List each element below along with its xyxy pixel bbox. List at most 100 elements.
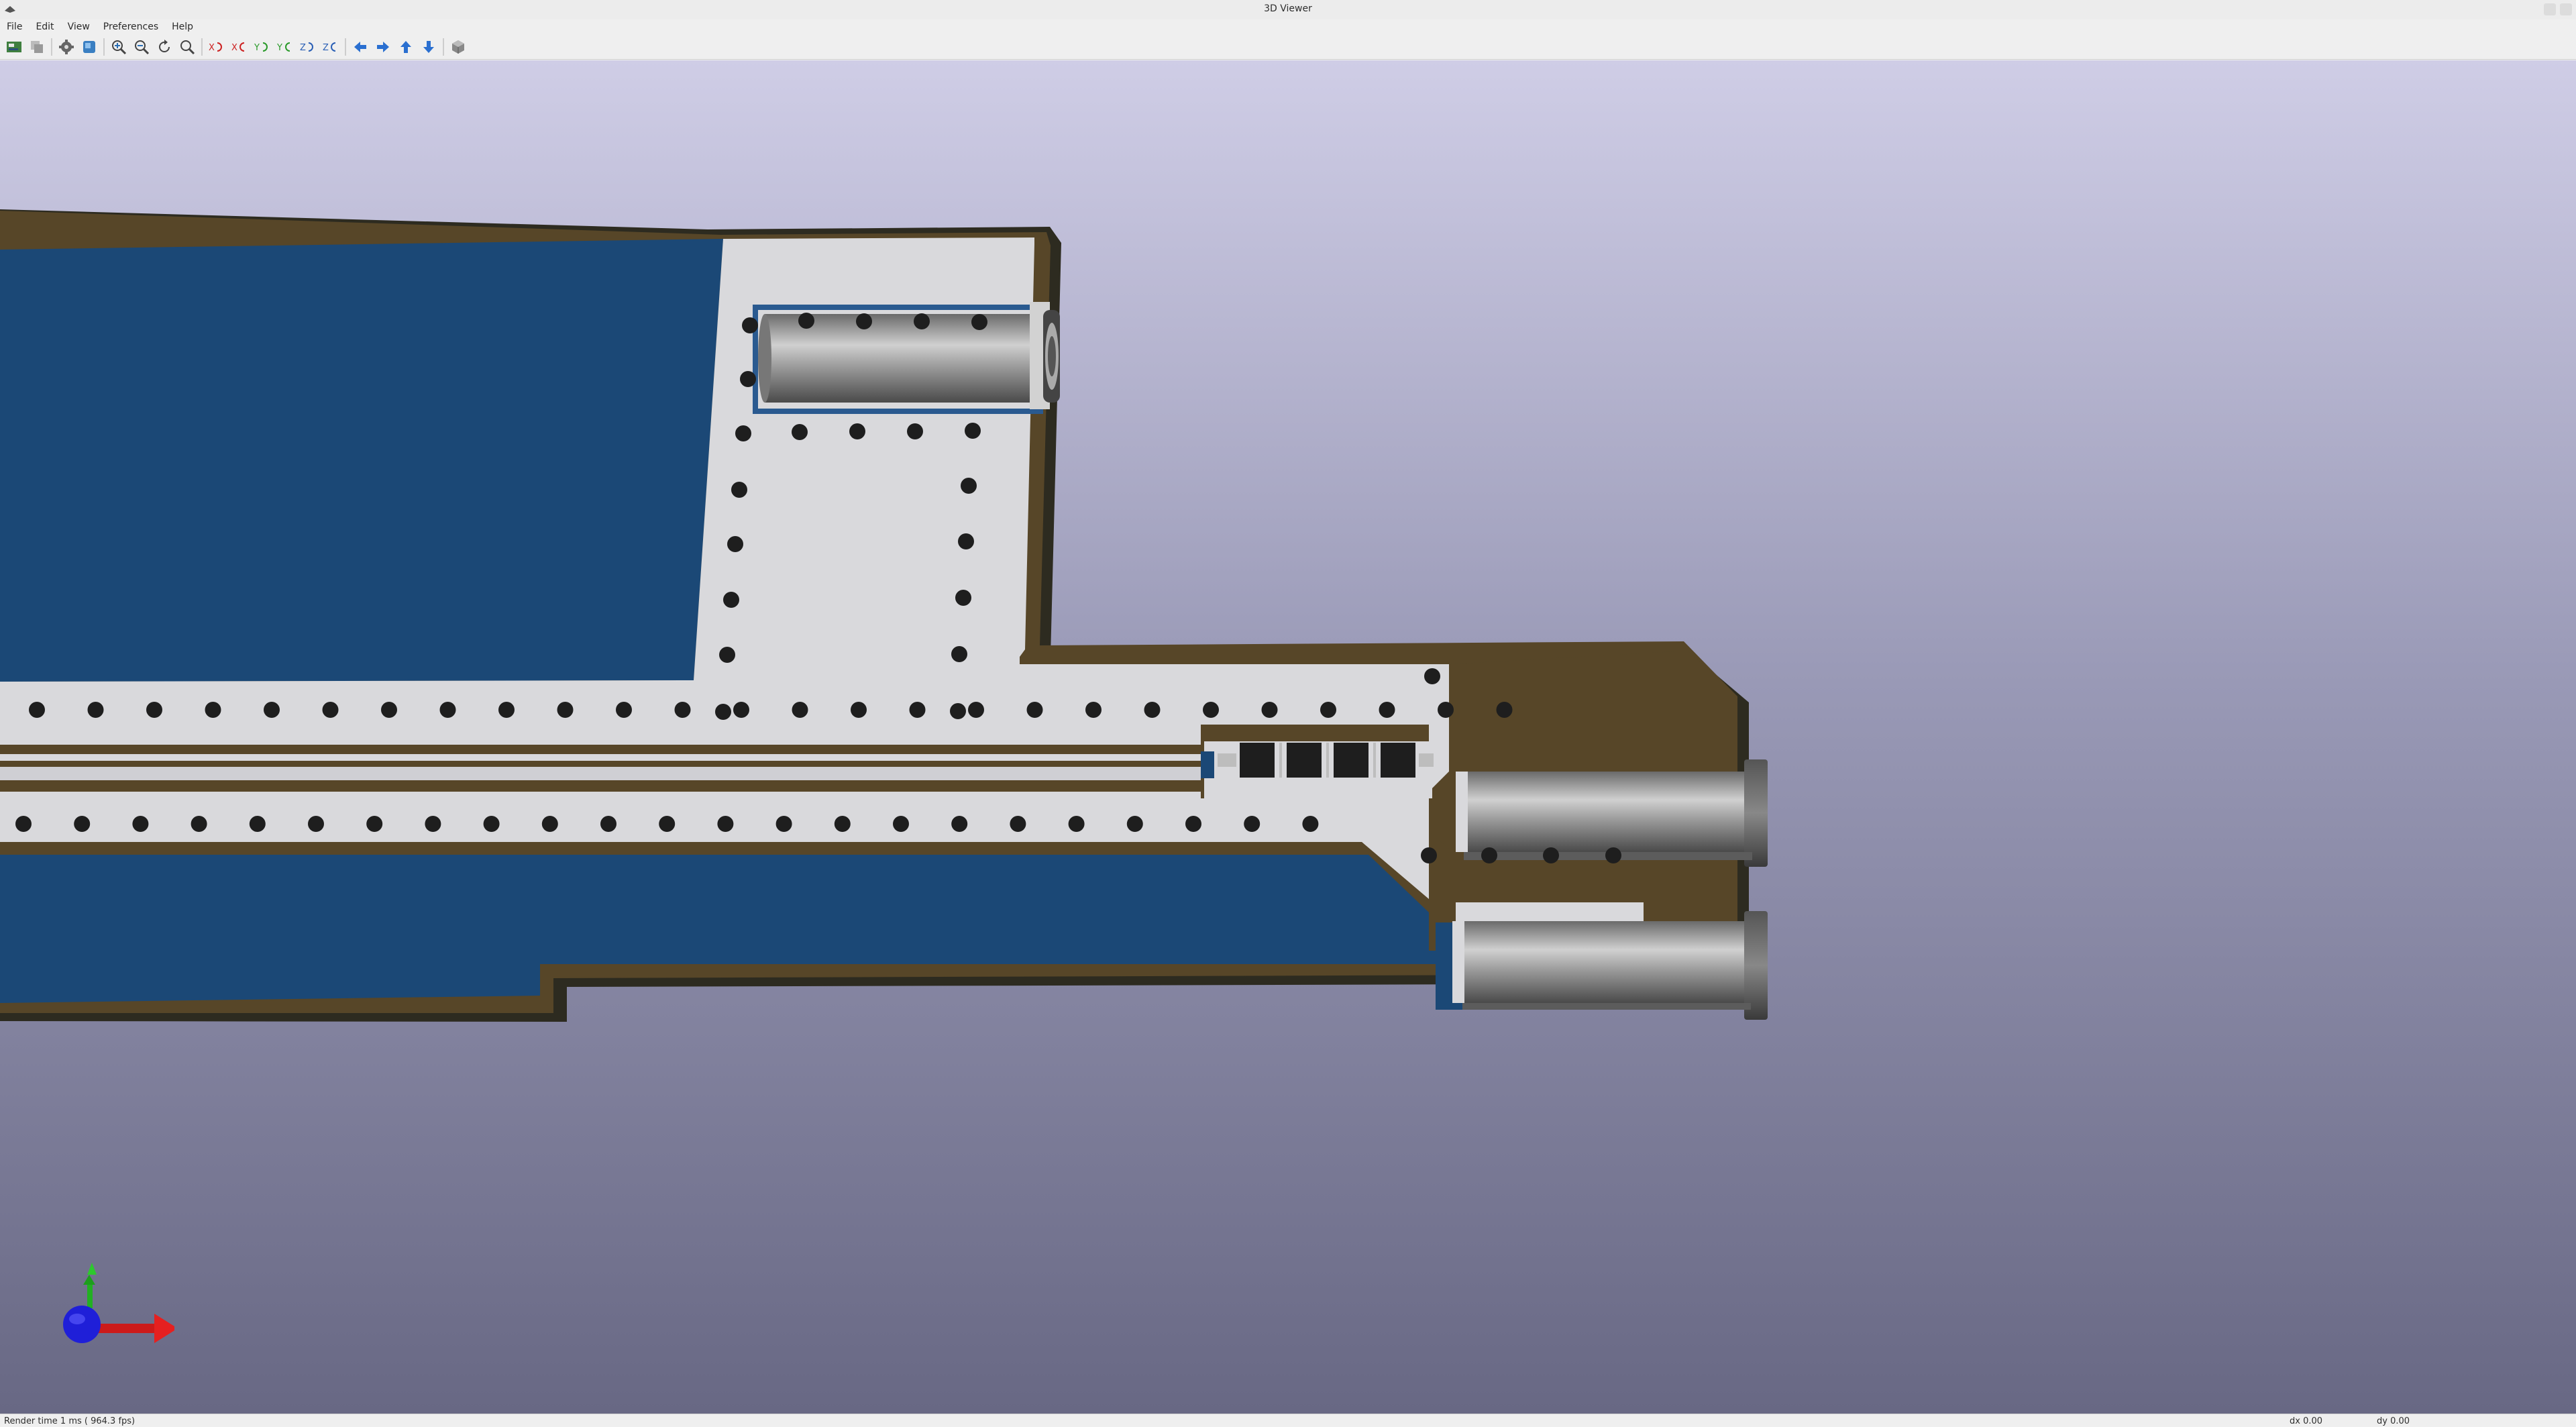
via [1144,702,1161,718]
via [735,425,751,441]
via [132,816,149,832]
via [1068,816,1085,832]
via [659,816,676,832]
right-lower-cylinder-component [1452,911,1768,1020]
via [717,816,734,832]
rotate-y-ccw-icon[interactable]: Y [275,37,295,57]
zoom-out-icon[interactable] [131,37,152,57]
via [29,702,45,718]
via [439,702,456,718]
via [87,702,104,718]
via [1085,702,1102,718]
via [1010,816,1026,832]
move-up-icon[interactable] [396,37,416,57]
via [733,702,749,718]
via [381,702,397,718]
via [600,816,616,832]
close-button[interactable] [2560,3,2572,15]
via [1320,702,1336,718]
via [914,313,930,329]
copy-image-icon[interactable] [27,37,47,57]
via [308,816,324,832]
via [1438,702,1454,718]
via [146,702,162,718]
minimize-button[interactable] [2544,3,2556,15]
via [950,703,966,719]
dx-readout: dx 0.00 [2290,1416,2323,1426]
menu-help[interactable]: Help [165,21,200,32]
via [249,816,266,832]
reload-board-icon[interactable] [4,37,24,57]
via [851,702,867,718]
via [907,423,923,439]
via [616,702,632,718]
via [909,702,926,718]
toolbar-separator [103,38,105,56]
via [961,478,977,494]
via [1424,668,1440,684]
move-left-icon[interactable] [350,37,370,57]
via [15,816,32,832]
via [849,423,865,439]
menu-preferences[interactable]: Preferences [97,21,165,32]
via [674,702,691,718]
via [205,702,221,718]
via [1421,847,1437,863]
raytracing-icon[interactable] [79,37,99,57]
rotate-y-cw-icon[interactable]: Y [252,37,272,57]
via [1203,702,1219,718]
ortho-view-icon[interactable] [448,37,468,57]
settings-icon[interactable] [56,37,76,57]
svg-text:X: X [231,43,237,53]
window-controls[interactable] [2518,0,2576,19]
via [1185,816,1201,832]
via [1261,702,1278,718]
via [483,816,500,832]
via [1302,816,1319,832]
via [958,533,974,549]
via [74,816,91,832]
via [723,592,739,608]
rotate-z-ccw-icon[interactable]: Z [321,37,341,57]
via [951,816,968,832]
via [740,371,756,387]
via [792,702,808,718]
via [1126,816,1143,832]
via [971,314,987,330]
window-title: 3D Viewer [1264,3,1312,14]
via [798,313,814,329]
menu-edit[interactable]: Edit [29,21,60,32]
redraw-icon[interactable] [154,37,174,57]
via [541,816,558,832]
via [1543,847,1559,863]
via [951,646,967,662]
via [425,816,441,832]
via [727,536,743,552]
via [1379,702,1395,718]
zoom-fit-icon[interactable] [177,37,197,57]
via [856,313,872,329]
via [775,816,792,832]
move-right-icon[interactable] [373,37,393,57]
rotate-z-cw-icon[interactable]: Z [298,37,318,57]
move-down-icon[interactable] [419,37,439,57]
menu-view[interactable]: View [61,21,97,32]
toolbar-separator [51,38,52,56]
via [955,590,971,606]
via [191,816,207,832]
via [322,702,339,718]
render-time-label: Render time 1 ms ( 964.3 fps) [4,1416,136,1426]
via [1605,847,1621,863]
toolbar-separator [345,38,346,56]
via [719,647,735,663]
via [1481,847,1497,863]
via [1244,816,1260,832]
zoom-in-icon[interactable] [109,37,129,57]
menu-bar: File Edit View Preferences Help [0,19,2576,34]
3d-viewport[interactable] [0,60,2576,1414]
menu-file[interactable]: File [0,21,29,32]
rotate-x-cw-icon[interactable]: X [207,37,227,57]
status-bar: Render time 1 ms ( 964.3 fps) dx 0.00 dy… [0,1414,2576,1427]
3d-viewer-window: 3D Viewer File Edit View Preferences Hel… [0,0,2576,1427]
rotate-x-ccw-icon[interactable]: X [229,37,250,57]
